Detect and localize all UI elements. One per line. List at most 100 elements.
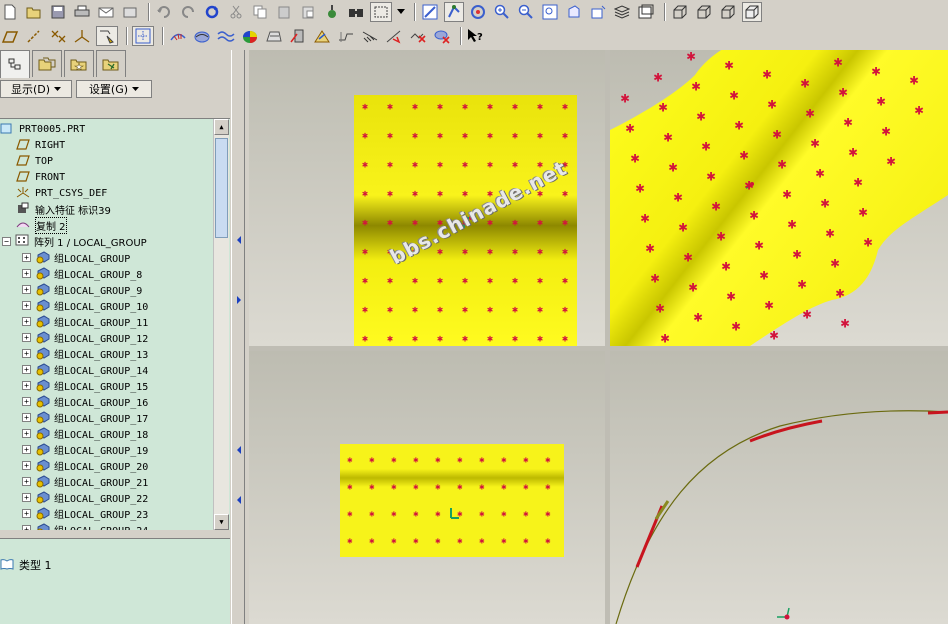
- layer-type-row[interactable]: 类型 1: [0, 557, 52, 573]
- cut-icon[interactable]: [226, 2, 246, 22]
- tree-item[interactable]: PRT_CSYS_DEF: [16, 185, 107, 201]
- slope-icon[interactable]: [288, 26, 308, 46]
- tree-group-item[interactable]: + 组LOCAL_GROUP_17: [22, 409, 148, 425]
- select-box-icon[interactable]: [370, 2, 392, 22]
- tree-item[interactable]: 输入特征 标识39: [16, 201, 111, 217]
- tree-group-item[interactable]: + 组LOCAL_GROUP_10: [22, 297, 148, 313]
- expand-icon[interactable]: +: [22, 460, 31, 470]
- expand-icon[interactable]: +: [22, 444, 31, 454]
- tree-group-item[interactable]: + 组LOCAL_GROUP_21: [22, 473, 148, 489]
- curve-side-view[interactable]: [610, 351, 948, 624]
- model-tree-tab-icon[interactable]: [0, 50, 30, 78]
- tree-item[interactable]: FRONT: [16, 169, 65, 185]
- save-icon[interactable]: [48, 2, 68, 22]
- tree-group-item[interactable]: + 组LOCAL_GROUP_22: [22, 489, 148, 505]
- expand-icon[interactable]: +: [22, 332, 31, 342]
- expand-icon[interactable]: +: [22, 268, 31, 278]
- expand-icon[interactable]: +: [22, 412, 31, 422]
- tree-group-item[interactable]: + 组LOCAL_GROUP_18: [22, 425, 148, 441]
- saved-views-icon[interactable]: [588, 2, 608, 22]
- regenerate-icon[interactable]: [202, 2, 222, 22]
- expand-icon[interactable]: +: [22, 380, 31, 390]
- redo-icon[interactable]: [178, 2, 198, 22]
- hide-analysis-icon[interactable]: [408, 26, 428, 46]
- collapse-icon[interactable]: −: [2, 236, 11, 246]
- viewport-top-right[interactable]: ✱ ✱ ✱ ✱ ✱ ✱ ✱ ✱ ✱ ✱ ✱ ✱ ✱ ✱ ✱ ✱ ✱ ✱ ✱ ✱ ✱ ✱ ✱ ✱ ✱ ✱ ✱ ✱ ✱ ✱ ✱ ✱ ✱ ✱ ✱ ✱ ✱ ✱ ✱ ✱…: [610, 50, 948, 346]
- tree-group-item[interactable]: + 组LOCAL_GROUP_8: [22, 265, 142, 281]
- new-icon[interactable]: [0, 2, 20, 22]
- scroll-up-icon[interactable]: ▲: [214, 119, 229, 135]
- curvature-icon[interactable]: [168, 26, 188, 46]
- tree-item[interactable]: RIGHT: [16, 137, 65, 153]
- tree-scrollbar[interactable]: ▲ ▼: [213, 119, 229, 530]
- tree-group-item[interactable]: + 组LOCAL_GROUP_23: [22, 505, 148, 521]
- tree-group-item[interactable]: + 组LOCAL_GROUP: [22, 249, 130, 265]
- spin-center-icon[interactable]: [468, 2, 488, 22]
- connections-tab-icon[interactable]: [96, 50, 126, 77]
- folder-browser-tab-icon[interactable]: [32, 50, 62, 77]
- expand-icon[interactable]: +: [22, 252, 31, 262]
- copy-icon[interactable]: [250, 2, 270, 22]
- email-icon[interactable]: [96, 2, 116, 22]
- paste-special-icon[interactable]: [298, 2, 318, 22]
- reflection-icon[interactable]: [336, 26, 356, 46]
- shaded-curvature-icon[interactable]: [240, 26, 260, 46]
- view-manager-icon[interactable]: [636, 2, 656, 22]
- settings-dropdown-button[interactable]: 设置(G): [76, 80, 152, 98]
- viewport-top-left[interactable]: ✱ ✱ ✱ ✱ ✱ ✱ ✱ ✱ ✱ ✱ ✱ ✱ ✱ ✱ ✱ ✱ ✱ ✱ ✱ ✱ ✱ ✱ ✱ ✱ ✱ ✱ ✱ ✱ ✱ ✱ ✱ ✱ ✱ ✱ ✱ ✱ ✱ ✱ ✱ ✱…: [249, 50, 605, 346]
- expand-icon[interactable]: +: [22, 348, 31, 358]
- favorites-tab-icon[interactable]: [64, 50, 94, 77]
- undo-icon[interactable]: [154, 2, 174, 22]
- expand-icon[interactable]: +: [22, 524, 31, 530]
- dihedral-icon[interactable]: [312, 26, 332, 46]
- expand-icon[interactable]: +: [22, 476, 31, 486]
- open-icon[interactable]: [24, 2, 44, 22]
- tree-item[interactable]: − 阵列 1 / LOCAL_GROUP: [2, 233, 147, 249]
- reorient-icon[interactable]: [564, 2, 584, 22]
- zoom-in-icon[interactable]: [492, 2, 512, 22]
- find-icon[interactable]: [346, 2, 366, 22]
- remove-analysis-icon[interactable]: [432, 26, 452, 46]
- scroll-down-icon[interactable]: ▼: [214, 514, 229, 530]
- model-player-icon[interactable]: [322, 2, 342, 22]
- dropdown-arrow-icon[interactable]: [396, 2, 406, 22]
- coord-sys-tool-icon[interactable]: [72, 26, 92, 46]
- saved-analysis-icon[interactable]: [384, 26, 404, 46]
- expand-icon[interactable]: +: [22, 284, 31, 294]
- draft-icon[interactable]: [264, 26, 284, 46]
- tree-item[interactable]: TOP: [16, 153, 53, 169]
- viewport-bottom-left[interactable]: ✱ ✱ ✱ ✱ ✱ ✱ ✱ ✱ ✱ ✱ ✱ ✱ ✱ ✱ ✱ ✱ ✱ ✱ ✱ ✱ ✱ ✱ ✱ ✱ ✱ ✱ ✱ ✱ ✱ ✱ ✱ ✱ ✱ ✱ ✱ ✱ ✱ ✱ ✱ ✱: [249, 351, 605, 624]
- tree-root[interactable]: PRT0005.PRT: [0, 121, 85, 137]
- tree-group-item[interactable]: + 组LOCAL_GROUP_13: [22, 345, 148, 361]
- expand-icon[interactable]: +: [22, 364, 31, 374]
- sketch-icon[interactable]: [420, 2, 440, 22]
- hidden-line-icon[interactable]: [694, 2, 714, 22]
- section-icon[interactable]: [192, 26, 212, 46]
- expand-icon[interactable]: +: [22, 508, 31, 518]
- wireframe-icon[interactable]: [670, 2, 690, 22]
- print-icon[interactable]: [72, 2, 92, 22]
- selection-filter-icon[interactable]: [96, 26, 118, 46]
- datum-planes-icon[interactable]: [444, 2, 464, 22]
- tree-group-item[interactable]: + 组LOCAL_GROUP_14: [22, 361, 148, 377]
- tree-item[interactable]: 复制 2: [16, 216, 67, 234]
- viewport-bottom-right[interactable]: [610, 351, 948, 624]
- analysis-icon[interactable]: [132, 26, 154, 46]
- datum-axis-tool-icon[interactable]: [24, 26, 44, 46]
- send-icon[interactable]: [120, 2, 140, 22]
- tree-group-item[interactable]: + 组LOCAL_GROUP_16: [22, 393, 148, 409]
- expand-icon[interactable]: +: [22, 300, 31, 310]
- shading-icon[interactable]: [742, 2, 762, 22]
- expand-icon[interactable]: +: [22, 428, 31, 438]
- offset-icon[interactable]: [216, 26, 236, 46]
- tree-group-item[interactable]: + 组LOCAL_GROUP_12: [22, 329, 148, 345]
- paste-icon[interactable]: [274, 2, 294, 22]
- tree-group-item[interactable]: + 组LOCAL_GROUP_15: [22, 377, 148, 393]
- datum-point-tool-icon[interactable]: [48, 26, 68, 46]
- tree-group-item[interactable]: + 组LOCAL_GROUP_20: [22, 457, 148, 473]
- measure-icon[interactable]: [360, 26, 380, 46]
- tree-group-item[interactable]: + 组LOCAL_GROUP_11: [22, 313, 148, 329]
- no-hidden-icon[interactable]: [718, 2, 738, 22]
- layers-icon[interactable]: [612, 2, 632, 22]
- zoom-out-icon[interactable]: [516, 2, 536, 22]
